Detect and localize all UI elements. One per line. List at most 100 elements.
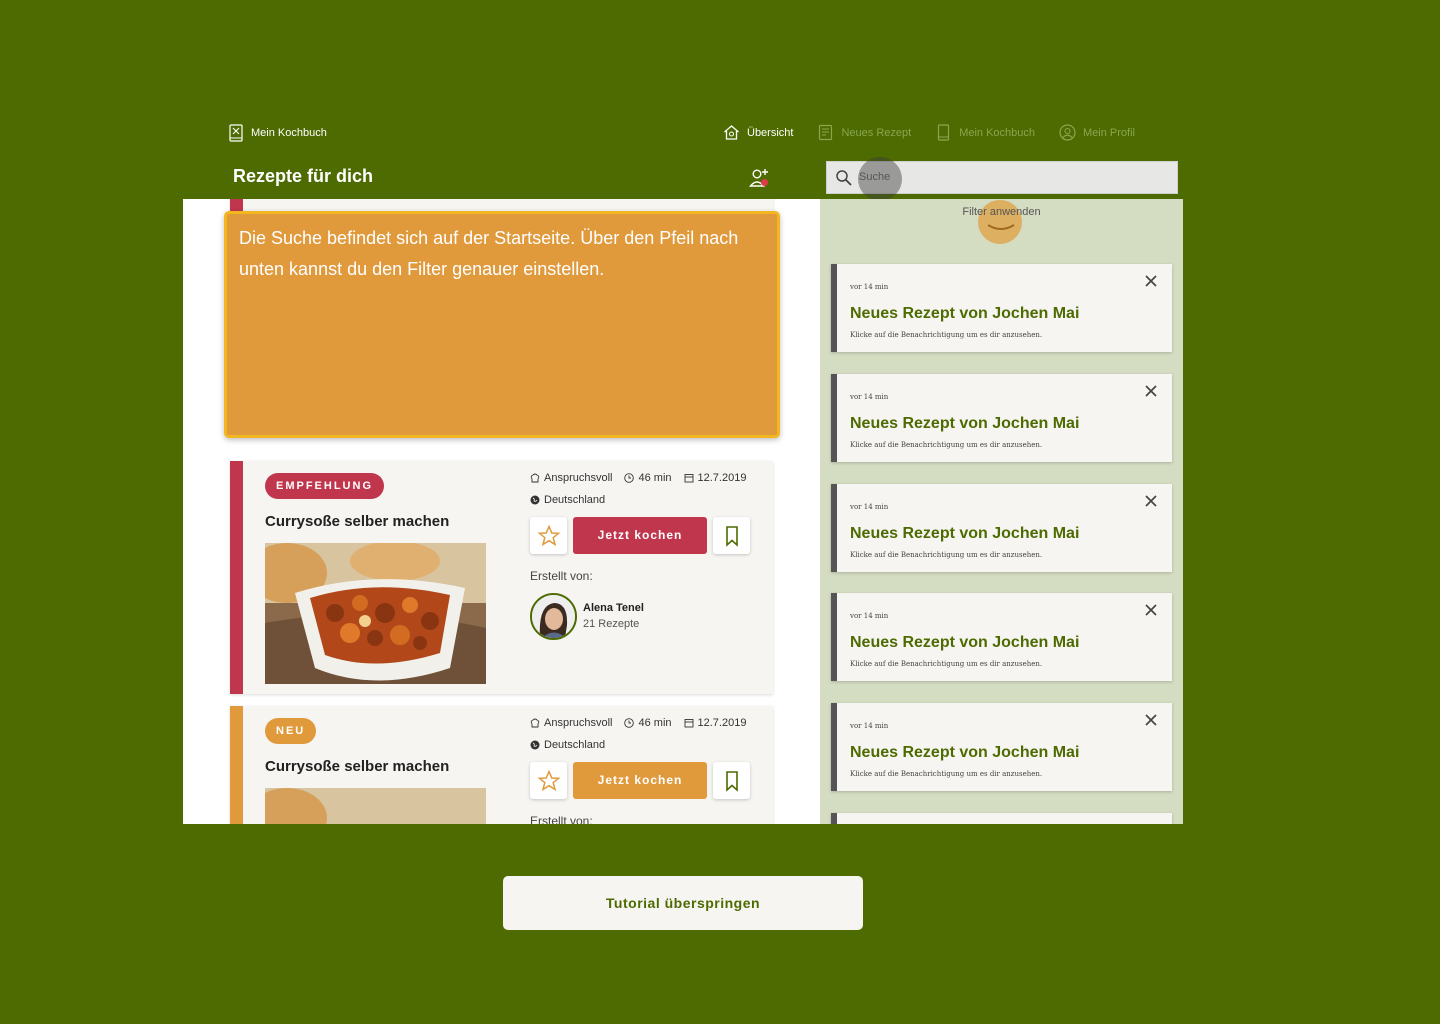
notification-time: vor 14 min bbox=[850, 612, 889, 620]
duration-label: 46 min bbox=[638, 472, 672, 484]
author-photo bbox=[532, 595, 575, 638]
nav-label: Mein Profil bbox=[1083, 126, 1135, 139]
country: Deutschland bbox=[530, 494, 605, 506]
author-name[interactable]: Alena Tenel bbox=[583, 602, 644, 614]
country-label: Deutschland bbox=[544, 739, 606, 751]
nav-ubersicht[interactable]: Übersicht bbox=[723, 124, 793, 141]
duration-label: 46 min bbox=[638, 717, 672, 729]
notification-title: Neues Rezept von Jochen Mai bbox=[850, 415, 1080, 432]
close-icon[interactable] bbox=[1144, 713, 1158, 727]
nav-label: Neues Rezept bbox=[841, 126, 912, 139]
recipe-title[interactable]: Currysoße selber machen bbox=[265, 758, 449, 775]
profile-icon bbox=[1059, 124, 1076, 141]
skip-tutorial-button[interactable]: Tutorial überspringen bbox=[503, 876, 863, 930]
recipe-image[interactable] bbox=[265, 543, 486, 684]
notification-item[interactable]: vor 14 min Neues Rezept von Jochen Mai K… bbox=[831, 593, 1172, 681]
star-icon bbox=[536, 769, 561, 791]
globe-icon bbox=[530, 495, 540, 505]
country-label: Deutschland bbox=[544, 494, 606, 506]
date: 12.7.2019 bbox=[684, 472, 747, 484]
card-stripe bbox=[230, 706, 243, 824]
currywurst-photo bbox=[265, 788, 486, 824]
chevron-down-icon[interactable] bbox=[986, 221, 1016, 235]
nav-neues-rezept[interactable]: Neues Rezept bbox=[817, 124, 911, 141]
star-icon bbox=[536, 524, 561, 546]
clock-icon bbox=[624, 718, 635, 728]
notification-title: Neues Rezept von Jochen Mai bbox=[850, 305, 1080, 322]
created-by-label: Erstellt von: bbox=[530, 569, 593, 583]
country: Deutschland bbox=[530, 739, 605, 751]
add-user-icon[interactable] bbox=[749, 167, 771, 189]
chef-hat-icon bbox=[530, 473, 540, 483]
bookmark-icon bbox=[725, 770, 738, 792]
notification-text: Klicke auf die Benachrichtigung um es di… bbox=[850, 770, 1043, 778]
cook-now-button[interactable]: Jetzt kochen bbox=[573, 762, 707, 799]
book-icon bbox=[938, 124, 950, 141]
nav-label: Mein Kochbuch bbox=[959, 126, 1036, 139]
recipe-title[interactable]: Currysoße selber machen bbox=[265, 513, 449, 530]
notification-time: vor 14 min bbox=[850, 722, 889, 730]
calendar-icon bbox=[684, 474, 693, 483]
clock-icon bbox=[624, 473, 635, 483]
recipe-meta: Anspruchsvoll 46 min 12.7.2019 bbox=[530, 717, 746, 729]
top-navigation: Mein Kochbuch Übersicht Neues Rezept Mei… bbox=[183, 120, 1183, 148]
card-stripe bbox=[230, 461, 243, 694]
created-by-label: Erstellt von: bbox=[530, 814, 593, 824]
notification-time: vor 14 min bbox=[850, 393, 889, 401]
nav-label: Übersicht bbox=[747, 126, 794, 139]
recipe-image[interactable] bbox=[265, 788, 486, 824]
difficulty-label: Anspruchsvoll bbox=[544, 472, 613, 484]
document-icon bbox=[819, 124, 833, 141]
notification-time: vor 14 min bbox=[850, 503, 889, 511]
date: 12.7.2019 bbox=[684, 717, 747, 729]
recipe-card[interactable]: NEU Currysoße selber machen Anspruchsvol… bbox=[230, 706, 773, 824]
notification-item[interactable]: vor 14 min Neues Rezept von Jochen Mai K… bbox=[831, 484, 1172, 572]
bookmark-button[interactable] bbox=[713, 517, 750, 554]
notification-title: Neues Rezept von Jochen Mai bbox=[850, 525, 1080, 542]
notification-sidebar: Filter anwenden vor 14 min Neues Rezept … bbox=[820, 199, 1183, 824]
author-recipe-count: 21 Rezepte bbox=[583, 618, 640, 630]
currywurst-photo bbox=[265, 543, 486, 684]
notification-item[interactable]: vor 14 min Neues Rezept von Jochen Mai K… bbox=[831, 264, 1172, 352]
calendar-icon bbox=[684, 719, 693, 728]
notification-text: Klicke auf die Benachrichtigung um es di… bbox=[850, 331, 1043, 339]
close-icon[interactable] bbox=[1144, 274, 1158, 288]
chef-hat-icon bbox=[530, 718, 540, 728]
nav-mein-profil[interactable]: Mein Profil bbox=[1059, 124, 1135, 141]
difficulty: Anspruchsvoll bbox=[530, 717, 612, 729]
notification-text: Klicke auf die Benachrichtigung um es di… bbox=[850, 441, 1043, 449]
recipe-card[interactable]: EMPFEHLUNG Currysoße selber machen Anspr… bbox=[230, 461, 773, 694]
recommendation-badge: EMPFEHLUNG bbox=[265, 473, 384, 499]
page-title: Rezepte für dich bbox=[233, 166, 374, 186]
favorite-button[interactable] bbox=[530, 762, 567, 799]
date-label: 12.7.2019 bbox=[697, 717, 747, 729]
bookmark-button[interactable] bbox=[713, 762, 750, 799]
close-icon[interactable] bbox=[1144, 384, 1158, 398]
close-icon[interactable] bbox=[1144, 603, 1158, 617]
globe-icon bbox=[530, 740, 540, 750]
notification-time: vor 14 min bbox=[850, 283, 889, 291]
filter-toggle[interactable]: Filter anwenden bbox=[820, 206, 1183, 218]
notification-text: Klicke auf die Benachrichtigung um es di… bbox=[850, 660, 1043, 668]
recipe-meta: Anspruchsvoll 46 min 12.7.2019 bbox=[530, 472, 746, 484]
search-bar[interactable]: Suche bbox=[826, 157, 1178, 201]
brand[interactable]: Mein Kochbuch bbox=[229, 124, 327, 142]
duration: 46 min bbox=[624, 472, 672, 484]
search-input[interactable]: Suche bbox=[859, 171, 890, 183]
nav-mein-kochbuch[interactable]: Mein Kochbuch bbox=[935, 124, 1035, 141]
notification-item[interactable]: vor 14 min Neues Rezept von Jochen Mai K… bbox=[831, 374, 1172, 462]
cook-now-button[interactable]: Jetzt kochen bbox=[573, 517, 707, 554]
notification-title: Neues Rezept von Jochen Mai bbox=[850, 634, 1080, 651]
brand-label: Mein Kochbuch bbox=[251, 127, 327, 139]
difficulty-label: Anspruchsvoll bbox=[544, 717, 613, 729]
notification-item[interactable] bbox=[831, 813, 1172, 824]
tutorial-tooltip: Die Suche befindet sich auf der Startsei… bbox=[224, 211, 780, 438]
date-label: 12.7.2019 bbox=[697, 472, 747, 484]
search-icon bbox=[836, 170, 852, 186]
favorite-button[interactable] bbox=[530, 517, 567, 554]
notification-item[interactable]: vor 14 min Neues Rezept von Jochen Mai K… bbox=[831, 703, 1172, 791]
notification-text: Klicke auf die Benachrichtigung um es di… bbox=[850, 551, 1043, 559]
duration: 46 min bbox=[624, 717, 672, 729]
author-avatar[interactable] bbox=[530, 593, 577, 640]
close-icon[interactable] bbox=[1144, 494, 1158, 508]
